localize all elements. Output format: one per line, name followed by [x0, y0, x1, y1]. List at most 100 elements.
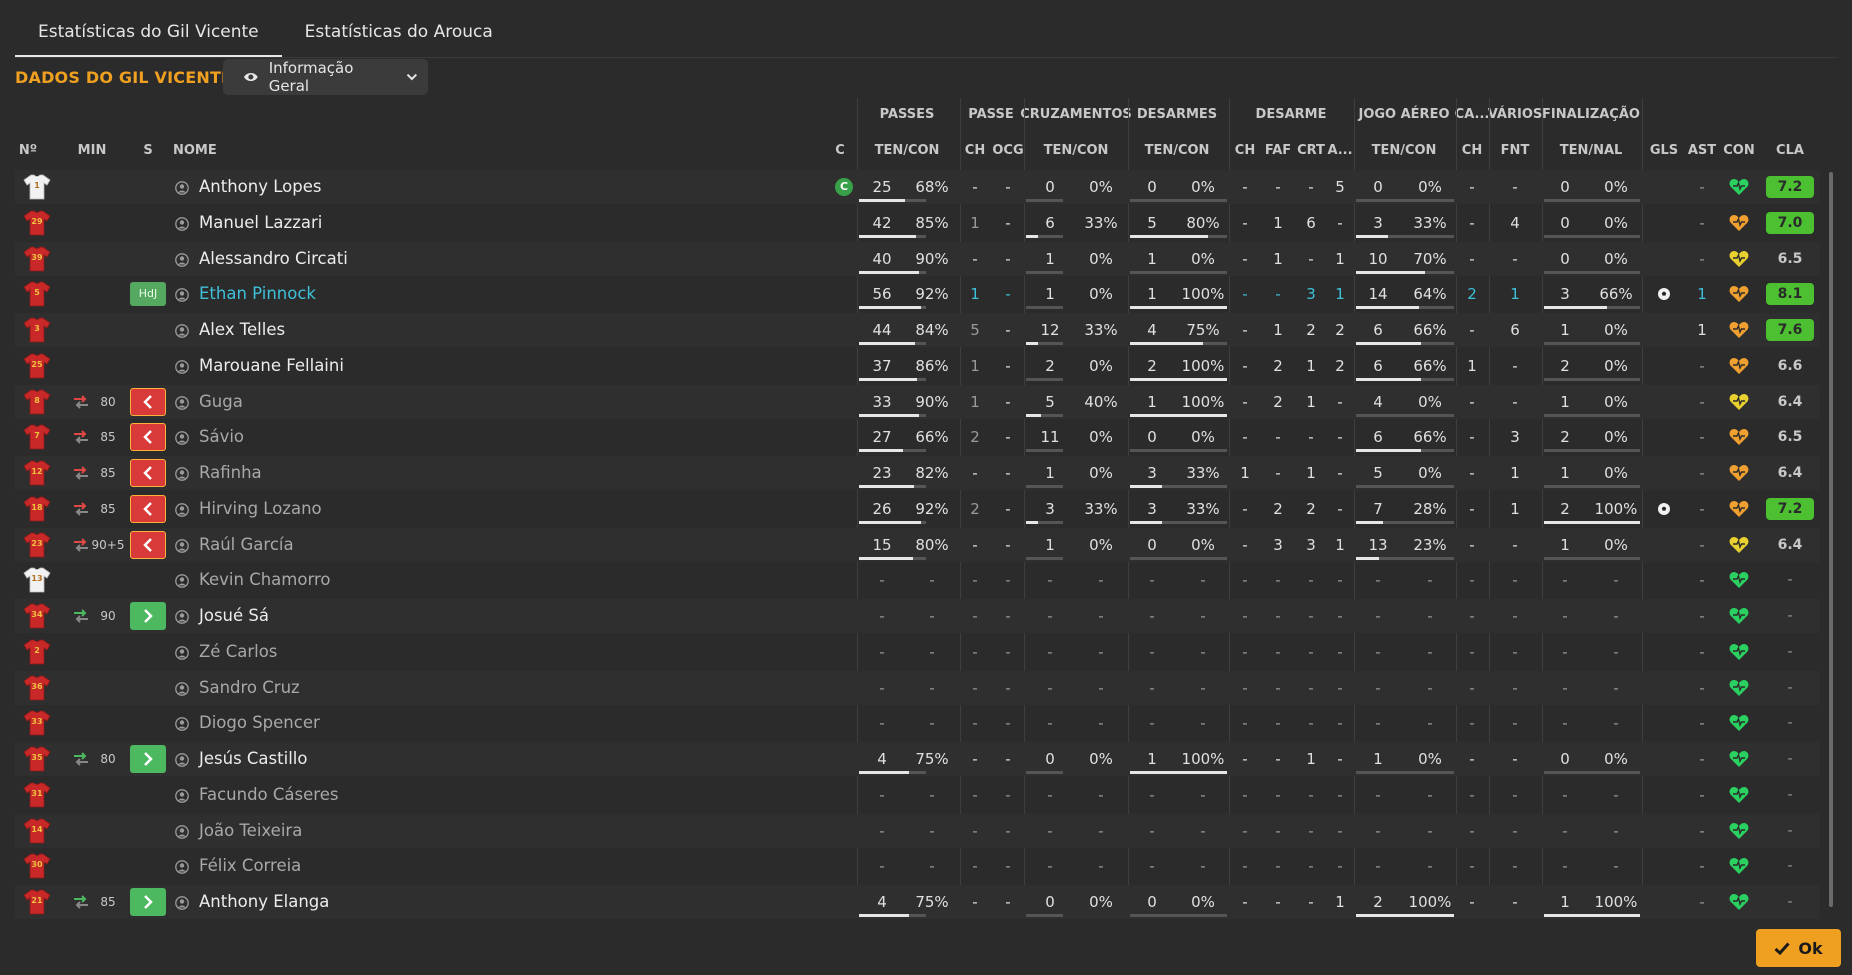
fouls: -	[1512, 893, 1518, 911]
player-name[interactable]: João Teixeira	[199, 814, 302, 848]
player-name[interactable]: Diogo Spencer	[199, 706, 320, 740]
table-row[interactable]: 25 Marouane Fellaini 37 86% 1-2 0% 2 100% -2 1 2 6 6…	[15, 349, 1820, 383]
col-header-tackle-tencon[interactable]: TEN/CON	[1145, 143, 1210, 158]
table-row[interactable]: 12 85 Rafinha 23 82% - -1 0% 3 33% 1-1-5 0% -1 1 0% -6.…	[15, 456, 1820, 490]
tackles-bar	[1130, 449, 1227, 453]
stat-empty: -	[1562, 857, 1568, 876]
ok-button[interactable]: Ok	[1756, 929, 1841, 967]
player-name[interactable]: Raúl García	[199, 528, 294, 562]
table-row[interactable]: 2 Zé Carlos - - - - - - - - - - - - - - - - - - - -	[15, 635, 1820, 669]
col-header-cla[interactable]: CLA	[1776, 143, 1804, 158]
shots-bar	[1544, 520, 1640, 524]
table-row[interactable]: 18 85 Hirving Lozano 26 92% 2-3 33% 3 33% -2 2-7 28…	[15, 492, 1820, 526]
table-row[interactable]: 1 Anthony Lopes C 25 68% - -0 0% 0 0% - - -5 0 0% - -0 0%…	[15, 170, 1820, 204]
player-name[interactable]: Alessandro Circati	[199, 242, 348, 276]
col-header-pass-ch[interactable]: CH	[965, 143, 985, 158]
table-row[interactable]: 33 Diogo Spencer - - - - - - - - - - - - - - - - - - - -	[15, 706, 1820, 740]
col-header-name[interactable]: NOME	[173, 143, 217, 158]
table-row[interactable]: 35 80 Jesús Castillo 4 75% - -0 0% 1 100% - -1-1 0% -…	[15, 742, 1820, 776]
crosses-completion: 0%	[1089, 356, 1113, 375]
passes-bar-fill	[859, 342, 916, 345]
col-header-num[interactable]: Nº	[19, 143, 37, 158]
table-row[interactable]: 31 Facundo Cáseres - - - - - - - - - - - - - - - - - - - -	[15, 778, 1820, 812]
stat-empty: -	[1469, 607, 1475, 625]
table-row[interactable]: 34 90 Josué Sá - - - - - - - - - - - - - - - - - - - -	[15, 599, 1820, 633]
player-name[interactable]: Manuel Lazzari	[199, 206, 322, 240]
stat-empty: -	[929, 857, 935, 876]
clearances: -	[1308, 249, 1314, 268]
player-name[interactable]: Rafinha	[199, 456, 262, 490]
table-row[interactable]: 7 85 Sávio 27 66% 2-11 0% 0 0% - - - -6 66% -3 2 0% -6.5	[15, 420, 1820, 454]
table-row[interactable]: 13 Kevin Chamorro - - - - - - - - - - - - - - - - - - - -	[15, 563, 1820, 597]
match-rating: 6.5	[1777, 429, 1803, 446]
table-row[interactable]: 39 Alessandro Circati 40 90% - -1 0% 1 0% -1-1 10 7…	[15, 241, 1820, 276]
col-header-ast[interactable]: AST	[1688, 143, 1716, 158]
col-header-gls[interactable]: GLS	[1650, 143, 1678, 158]
headers-bar	[1356, 377, 1454, 381]
stat-empty: -	[1149, 678, 1155, 697]
stat-empty: -	[1047, 714, 1053, 733]
crosses-completion: 0%	[1089, 750, 1113, 768]
key-headers: 1	[1467, 356, 1477, 375]
player-name[interactable]: Sandro Cruz	[199, 671, 300, 705]
shirt-number: 2	[34, 645, 40, 655]
headers-bar	[1356, 449, 1454, 453]
player-name[interactable]: Facundo Cáseres	[199, 778, 338, 812]
col-header-min[interactable]: MIN	[78, 143, 107, 158]
stat-empty: -	[1512, 607, 1518, 625]
player-name[interactable]: Ethan Pinnock	[199, 277, 316, 311]
player-name[interactable]: Félix Correia	[199, 849, 301, 883]
crosses-bar	[1026, 413, 1063, 417]
col-header-des-ch[interactable]: CH	[1235, 143, 1255, 158]
col-header-des-faf[interactable]: FAF	[1265, 143, 1291, 158]
col-header-fnt[interactable]: FNT	[1501, 143, 1530, 158]
shirt-icon: 3	[23, 316, 51, 344]
stat-empty: -	[1149, 571, 1155, 590]
player-name[interactable]: Alex Telles	[199, 313, 285, 347]
table-row[interactable]: 29 Manuel Lazzari 42 85% 1-6 33% 5 80% -1 6-3 33% -…	[15, 206, 1820, 240]
player-name[interactable]: Jesús Castillo	[199, 742, 307, 776]
player-name[interactable]: Anthony Elanga	[199, 885, 329, 919]
stat-empty: -	[1200, 785, 1206, 804]
player-name[interactable]: Zé Carlos	[199, 635, 277, 669]
col-header-des-crt[interactable]: CRT	[1297, 143, 1325, 158]
col-header-air-tencon[interactable]: TEN/CON	[1372, 143, 1437, 158]
table-row[interactable]: 36 Sandro Cruz - - - - - - - - - - - - - - - - - - - -	[15, 670, 1820, 705]
col-header-pass-tencon[interactable]: TEN/CON	[875, 143, 940, 158]
player-name[interactable]: Guga	[199, 385, 243, 419]
stat-empty: -	[1200, 714, 1206, 733]
stat-empty: -	[1308, 571, 1314, 590]
player-name[interactable]: Anthony Lopes	[199, 170, 321, 204]
col-header-fin-tennal[interactable]: TEN/NAL	[1560, 143, 1623, 158]
stat-empty: -	[1242, 857, 1248, 876]
table-row[interactable]: 8 80 Guga 33 90% 1-5 40% 1 100% -2 1-4 0% - -1 0% -6.4	[15, 384, 1820, 419]
player-name[interactable]: Hirving Lozano	[199, 492, 322, 526]
player-name[interactable]: Josué Sá	[199, 599, 269, 633]
table-row[interactable]: 21 85 Anthony Elanga 4 75% - -0 0% 0 0% - - -1 2 100% -…	[15, 885, 1820, 919]
minutes-played: 80	[100, 752, 116, 766]
player-name[interactable]: Marouane Fellaini	[199, 349, 344, 383]
player-name[interactable]: Kevin Chamorro	[199, 563, 330, 597]
player-name[interactable]: Sávio	[199, 420, 244, 454]
table-row[interactable]: 14 João Teixeira - - - - - - - - - - - - - - - - - - - -	[15, 813, 1820, 848]
col-header-cross-tencon[interactable]: TEN/CON	[1044, 143, 1109, 158]
condition-heart-icon	[1729, 357, 1749, 375]
crosses-bar	[1026, 234, 1063, 238]
col-header-con[interactable]: CON	[1723, 143, 1754, 158]
stat-empty: -	[1275, 642, 1281, 661]
col-header-pass-ocg[interactable]: OCG	[992, 143, 1023, 158]
key-headers: -	[1469, 428, 1475, 447]
col-header-c[interactable]: C	[835, 143, 845, 158]
shirt-icon: 29	[23, 209, 51, 237]
table-row[interactable]: 30 Félix Correia - - - - - - - - - - - - - - - - - - - -	[15, 849, 1820, 883]
key-tackles: -	[1242, 392, 1248, 411]
table-row[interactable]: 5 HdJ Ethan Pinnock 56 92% 1-1 0% 1 100% - -3 1 14 64…	[15, 277, 1820, 311]
col-header-s[interactable]: S	[143, 143, 152, 158]
crosses-completion: 33%	[1084, 321, 1118, 339]
col-header-ca-ch[interactable]: CH	[1462, 143, 1482, 158]
scrollbar[interactable]	[1829, 172, 1833, 907]
stat-empty: -	[972, 714, 978, 733]
table-row[interactable]: 23 90+5 Raúl García 15 80% - -1 0% 0 0% -3 3 1 13 23% -…	[15, 527, 1820, 562]
table-row[interactable]: 3 Alex Telles 44 84% 5-12 33% 4 75% -1 2 2 6 66% -6 1 0…	[15, 313, 1820, 347]
col-header-des-a[interactable]: A...	[1327, 143, 1352, 158]
